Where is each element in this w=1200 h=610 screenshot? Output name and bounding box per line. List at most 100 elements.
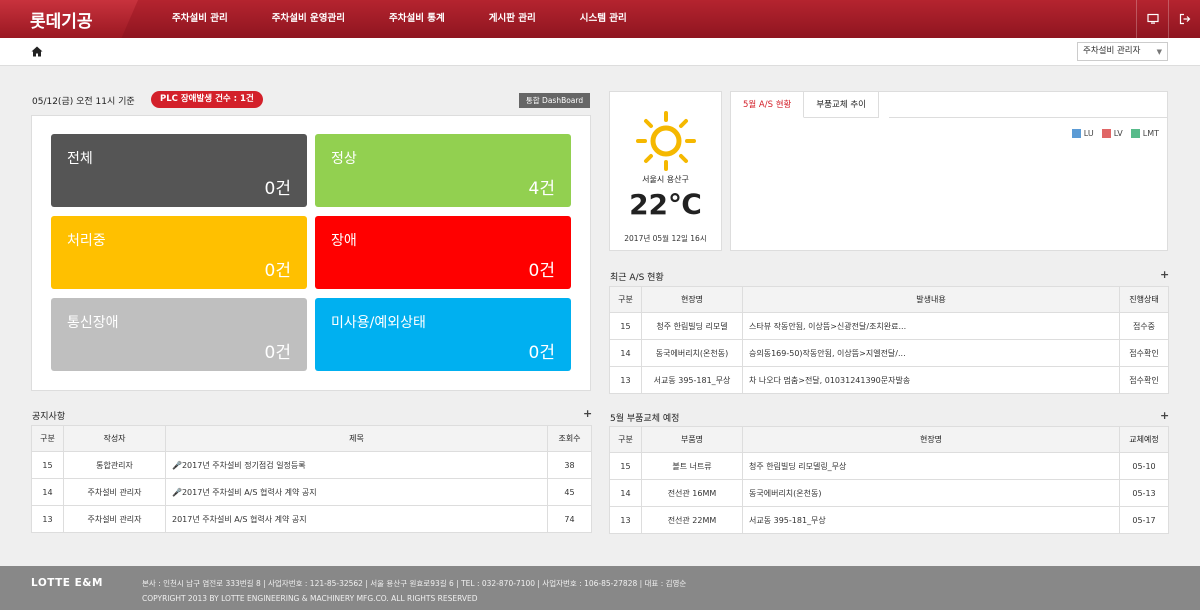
notice-title: 공지사항 [32, 412, 66, 422]
subject-text: 2017년 주차설비 A/S 협력사 계약 공지 [181, 487, 317, 497]
cell-author: 통합관리자 [63, 451, 166, 479]
parts-schedule-table: 구분 부품명 현장명 교체예정 15 볼트 너트류 청주 한림빌딩 리모델링_무… [609, 426, 1169, 534]
cell-subject[interactable]: 🎤2017년 주차설비 정기점검 일정등록 [165, 451, 548, 479]
table-row[interactable]: 15 청주 한림빌딩 리모델 스타뷰 작동안됨, 이상뜸>신광전달/조치완료..… [609, 312, 1169, 340]
logout-icon[interactable] [1168, 0, 1200, 38]
table-row[interactable]: 13 서교동 395-181_무상 차 나오다 멈춤>전달, 010312413… [609, 366, 1169, 394]
cell-content[interactable]: 승의동169-50)작동안됨, 이상뜸>지엘전달/... [742, 339, 1120, 367]
table-row[interactable]: 13 전선관 22MM 서교동 395-181_무상 05-17 [609, 506, 1169, 534]
weather-location: 서울시 용산구 [642, 175, 689, 184]
cell-subject[interactable]: 🎤2017년 주차설비 A/S 협력사 계약 공지 [165, 478, 548, 506]
tile-failure[interactable]: 장애 0건 [315, 216, 571, 289]
cell-subject[interactable]: 2017년 주차설비 A/S 협력사 계약 공지 [165, 505, 548, 533]
table-row[interactable]: 15 볼트 너트류 청주 한림빌딩 리모델링_무상 05-10 [609, 452, 1169, 480]
tile-label: 정상 [331, 151, 357, 167]
plc-error-badge[interactable]: PLC 장애발생 건수 : 1건 [151, 91, 263, 108]
cell-views: 74 [547, 505, 592, 533]
cell-site: 동국에버리치(온천동) [641, 339, 743, 367]
role-select-value: 주차설비 관리자 [1083, 46, 1141, 56]
cell-part: 볼트 너트류 [641, 452, 743, 480]
cell-site[interactable]: 동국에버리치(온천동) [742, 479, 1120, 507]
cell-content[interactable]: 차 나오다 멈춤>전달, 01031241390문자발송 [742, 366, 1120, 394]
tile-total[interactable]: 전체 0건 [51, 134, 307, 207]
nav-item-parking-statistics[interactable]: 주차설비 통계 [367, 0, 467, 38]
cell-site: 청주 한림빌딩 리모델 [641, 312, 743, 340]
chart-panel: 5월 A/S 현황 부품교체 추이 LU LV LMT [730, 91, 1168, 251]
cell-status: 접수중 [1119, 312, 1169, 340]
column-header: 현장명 [641, 286, 743, 313]
table-row[interactable]: 15 통합관리자 🎤2017년 주차설비 정기점검 일정등록 38 [31, 451, 592, 479]
nav-item-parking-operation[interactable]: 주차설비 운영관리 [250, 0, 367, 38]
sun-icon [636, 111, 696, 171]
breadcrumb: 주차설비 관리자 ▼ [0, 38, 1200, 66]
legend-swatch [1071, 129, 1081, 138]
column-header: 조회수 [547, 425, 592, 452]
top-navigation-bar: 롯데기공 주차설비 관리 주차설비 운영관리 주차설비 통계 게시판 관리 시스… [0, 0, 1200, 38]
tile-count: 0건 [528, 261, 555, 281]
cell-views: 45 [547, 478, 592, 506]
footer: LOTTE E&M 본사 : 인천시 남구 염전로 333번길 8 | 사업자번… [0, 566, 1200, 610]
column-header: 구분 [609, 286, 642, 313]
column-header: 현장명 [742, 426, 1120, 453]
tile-count: 0건 [264, 179, 291, 199]
parts-schedule-title: 5월 부품교체 예정 [610, 414, 680, 424]
cell-no: 14 [609, 339, 642, 367]
table-header-row: 구분 부품명 현장명 교체예정 [609, 426, 1169, 453]
cell-site: 서교동 395-181_무상 [641, 366, 743, 394]
legend-item-lv: LV [1101, 129, 1123, 138]
tile-count: 0건 [264, 261, 291, 281]
tile-count: 0건 [264, 343, 291, 363]
column-header: 진행상태 [1119, 286, 1169, 313]
column-header: 구분 [609, 426, 642, 453]
home-icon[interactable] [31, 46, 43, 57]
cell-part: 전선관 22MM [641, 506, 743, 534]
nav-item-system-management[interactable]: 시스템 관리 [558, 0, 649, 38]
monitor-icon[interactable] [1136, 0, 1168, 38]
legend-item-lu: LU [1071, 129, 1094, 138]
cell-author: 주차설비 관리자 [63, 478, 166, 506]
cell-site[interactable]: 청주 한림빌딩 리모델링_무상 [742, 452, 1120, 480]
tile-label: 처리중 [67, 233, 106, 249]
role-select[interactable]: 주차설비 관리자 ▼ [1077, 42, 1168, 61]
table-row[interactable]: 13 주차설비 관리자 2017년 주차설비 A/S 협력사 계약 공지 74 [31, 505, 592, 533]
parts-schedule-more-button[interactable]: + [1160, 409, 1169, 422]
tile-unused-exception[interactable]: 미사용/예외상태 0건 [315, 298, 571, 371]
cell-no: 15 [609, 452, 642, 480]
chart-tabs: 5월 A/S 현황 부품교체 추이 [731, 92, 879, 118]
column-header: 발생내용 [742, 286, 1120, 313]
legend-swatch [1101, 129, 1111, 138]
tab-may-as-status[interactable]: 5월 A/S 현황 [731, 92, 805, 118]
notice-more-button[interactable]: + [583, 407, 592, 420]
tile-label: 통신장애 [67, 315, 119, 331]
nav-item-parking-management[interactable]: 주차설비 관리 [150, 0, 250, 38]
table-row[interactable]: 14 동국에버리치(온천동) 승의동169-50)작동안됨, 이상뜸>지엘전달/… [609, 339, 1169, 367]
table-row[interactable]: 14 전선관 16MM 동국에버리치(온천동) 05-13 [609, 479, 1169, 507]
footer-address: 본사 : 인천시 남구 염전로 333번길 8 | 사업자번호 : 121-85… [142, 579, 687, 588]
tab-parts-replacement-trend[interactable]: 부품교체 추이 [804, 92, 879, 118]
cell-no: 14 [609, 479, 642, 507]
cell-content[interactable]: 스타뷰 작동안됨, 이상뜸>신광전달/조치완료... [742, 312, 1120, 340]
legend-label: LMT [1142, 129, 1159, 138]
tile-comm-failure[interactable]: 통신장애 0건 [51, 298, 307, 371]
nav-item-board-management[interactable]: 게시판 관리 [467, 0, 558, 38]
cell-site[interactable]: 서교동 395-181_무상 [742, 506, 1120, 534]
tile-normal[interactable]: 정상 4건 [315, 134, 571, 207]
recent-as-table: 구분 현장명 발생내용 진행상태 15 청주 한림빌딩 리모델 스타뷰 작동안됨… [609, 286, 1169, 394]
logo[interactable]: 롯데기공 [30, 7, 93, 32]
table-row[interactable]: 14 주차설비 관리자 🎤2017년 주차설비 A/S 협력사 계약 공지 45 [31, 478, 592, 506]
tile-label: 전체 [67, 151, 93, 167]
cell-status: 접수확인 [1119, 339, 1169, 367]
footer-logo: LOTTE E&M [31, 577, 103, 589]
footer-copyright: COPYRIGHT 2013 BY LOTTE ENGINEERING & MA… [142, 594, 478, 603]
column-header: 작성자 [63, 425, 166, 452]
cell-part: 전선관 16MM [641, 479, 743, 507]
legend-label: LV [1113, 129, 1123, 138]
recent-as-more-button[interactable]: + [1160, 268, 1169, 281]
column-header: 구분 [31, 425, 64, 452]
tile-count: 4건 [528, 179, 555, 199]
cell-no: 15 [609, 312, 642, 340]
table-header-row: 구분 작성자 제목 조회수 [31, 425, 592, 452]
tile-processing[interactable]: 처리중 0건 [51, 216, 307, 289]
column-header: 부품명 [641, 426, 743, 453]
integrated-dashboard-button[interactable]: 통합 DashBoard [519, 93, 590, 108]
